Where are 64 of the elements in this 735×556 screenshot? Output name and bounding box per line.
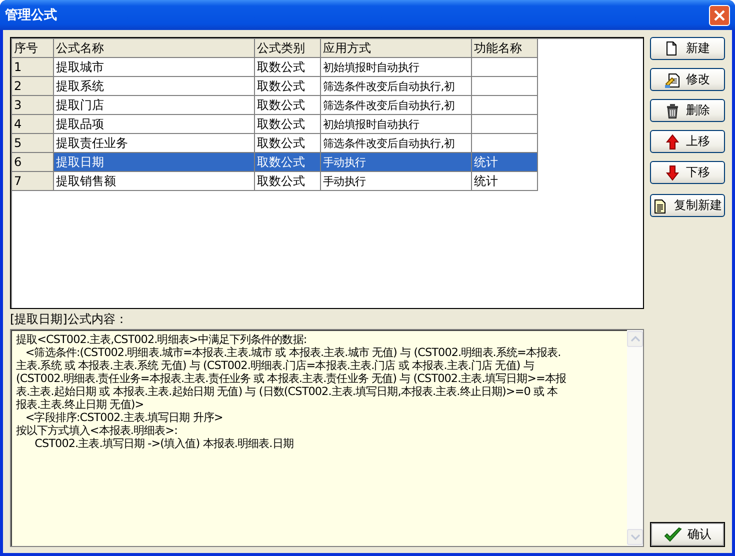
row-number: 5 (12, 134, 54, 152)
formula-text-line: <筛选条件:(CST002.明细表.城市=本报表.主表.城市 或 本报表.主表.城市 无值) 与 (CST002.明细表.系统=本报表. (24, 346, 561, 359)
table-cell: 提取城市 (54, 58, 254, 76)
table-cell: 初始填报时自动执行 (320, 114, 472, 134)
confirm-button[interactable]: 确认 (650, 522, 725, 547)
formula-text-line: 提取<CST002.主表,CST002.明细表>中满足下列条件的数据: (16, 333, 307, 346)
close-button[interactable] (709, 4, 730, 26)
down-caret-icon (630, 534, 640, 540)
table-cell: 手动执行 (320, 172, 472, 190)
document-copy-icon (653, 198, 668, 214)
close-icon (713, 8, 726, 22)
toolbar-button[interactable]: 复制新建 (650, 194, 725, 217)
column-header[interactable]: 公式名称 (54, 38, 254, 58)
column-header[interactable]: 公式类别 (254, 38, 320, 58)
table-cell: 提取销售额 (54, 172, 254, 190)
table-cell: 取数公式 (254, 76, 320, 96)
table-cell: 取数公式 (254, 172, 320, 190)
scroll-up-button[interactable] (627, 331, 643, 347)
formula-text-line: (CST002.明细表.责任业务=本报表.主表.责任业务 或 本报表.主表.责任业务 无值) 与 (CST002.主表.填写日期>=本报 (16, 372, 566, 385)
row-number: 2 (12, 76, 54, 96)
table-cell: 初始填报时自动执行 (320, 58, 472, 76)
content-text-area[interactable] (10, 329, 644, 547)
table-cell: 提取门店 (54, 96, 254, 114)
toolbar-button[interactable]: 修改 (650, 68, 725, 91)
table-cell: 取数公式 (254, 58, 320, 76)
formula-text-line: CST002.主表.填写日期 ->(填入值) 本报表.明细表.日期 (34, 437, 294, 450)
formula-text-line: 主表.系统 或 本报表.主表.系统 无值) 与 (CST002.明细表.门店=本报表.主表.门店 或 本报表.主表.门店 无值) 与 (16, 359, 534, 372)
column-header[interactable]: 应用方式 (320, 38, 472, 58)
table-cell: 统计 (472, 172, 538, 190)
formula-text-line: 表.主表.起始日期 或 本报表.主表.起始日期 无值) 与 (日数(CST002.主表.填写日期,本报表.主表.终止日期)>=0 或 本 (16, 385, 558, 398)
table-cell: 取数公式 (254, 96, 320, 114)
column-header[interactable]: 功能名称 (472, 38, 538, 58)
window-title: 管理公式 (5, 7, 57, 24)
table-cell: 提取日期 (54, 152, 254, 172)
row-number: 1 (12, 58, 54, 76)
table-cell: 筛选条件改变后自动执行,初 (320, 76, 472, 96)
toolbar-button[interactable]: 上移 (650, 130, 725, 153)
table-cell: 取数公式 (254, 152, 320, 172)
scroll-down-button[interactable] (627, 529, 643, 545)
toolbar-button[interactable]: 新建 (650, 37, 725, 60)
table-cell: 提取系统 (54, 76, 254, 96)
formula-text-line: 按以下方式填入<本报表.明细表>: (16, 424, 178, 437)
scrollbar[interactable] (627, 330, 643, 546)
toolbar-button[interactable]: 删除 (650, 99, 725, 122)
document-pencil-icon (665, 72, 680, 88)
down-arrow-icon (665, 164, 680, 180)
table-cell: 取数公式 (254, 114, 320, 134)
row-number: 4 (12, 114, 54, 134)
up-arrow-icon (665, 134, 680, 150)
trash-icon (665, 102, 680, 118)
table-cell: 手动执行 (320, 152, 472, 172)
formula-text-line: <字段排序:CST002.主表.填写日期 升序> (24, 411, 223, 424)
up-caret-icon (630, 336, 640, 342)
row-number: 7 (12, 172, 54, 190)
table-cell: 统计 (472, 152, 538, 172)
checkmark-icon (664, 526, 682, 542)
content-label: [提取日期]公式内容： (10, 311, 128, 328)
row-number: 6 (12, 152, 54, 172)
table-cell: 筛选条件改变后自动执行,初 (320, 96, 472, 114)
formula-text-line: 报表.主表.终止日期 无值)> (16, 398, 144, 411)
toolbar-button[interactable]: 下移 (650, 161, 725, 184)
table-cell: 提取品项 (54, 114, 254, 134)
column-header[interactable]: 序号 (12, 38, 54, 58)
row-number: 3 (12, 96, 54, 114)
